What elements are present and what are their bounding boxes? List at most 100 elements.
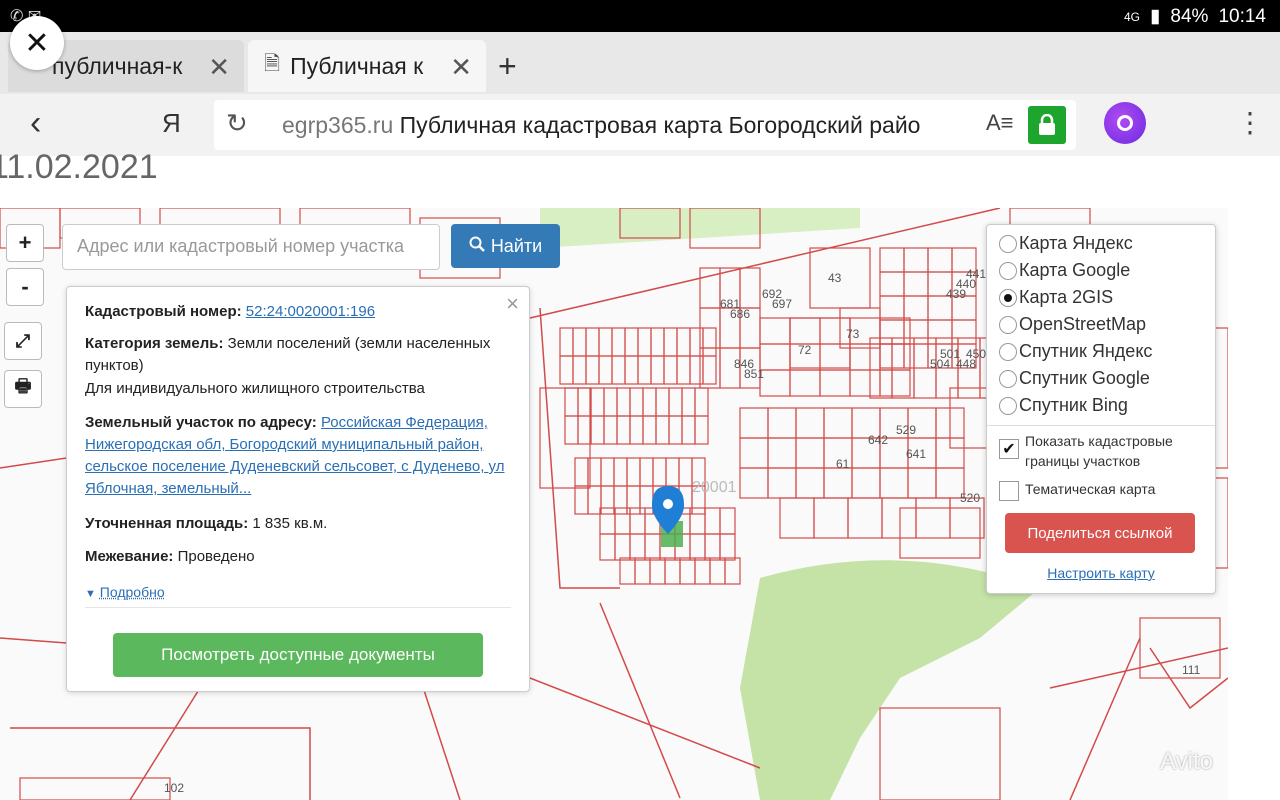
url-text[interactable]: egrp365.ru Публичная кадастровая карта Б… (282, 112, 972, 139)
parcel (879, 369, 911, 397)
radio-button[interactable] (999, 261, 1017, 280)
parcel (879, 317, 911, 345)
tab-close-icon[interactable]: ✕ (450, 52, 472, 83)
layer-option-bing-satellite[interactable]: Спутник Bing (999, 395, 1128, 416)
parcel (879, 707, 1001, 800)
radio-button[interactable] (999, 396, 1017, 415)
search-box (62, 224, 440, 270)
parcel (847, 497, 883, 539)
parcel (903, 319, 929, 345)
parcel (600, 457, 615, 487)
parcel (577, 415, 592, 445)
url-page-title: Публичная кадастровая карта Богородский … (399, 112, 921, 138)
configure-map-link[interactable]: Настроить карту (987, 565, 1215, 581)
view-documents-button[interactable]: Посмотреть доступные документы (113, 633, 483, 677)
layer-option-google-map[interactable]: Карта Google (999, 260, 1130, 281)
parcel (709, 557, 726, 585)
parcel (739, 267, 761, 309)
reload-icon[interactable]: ↻ (226, 108, 248, 139)
parcel (719, 507, 736, 535)
boundaries-checkbox[interactable]: ✔ (999, 439, 1019, 459)
parcel-number-label: 642 (868, 433, 888, 447)
cadastral-number-link[interactable]: 52:24:0020001:196 (246, 303, 375, 320)
parcel (915, 497, 951, 539)
parcel (668, 387, 683, 417)
search-button[interactable]: Найти (451, 224, 560, 268)
parcel (598, 355, 613, 385)
layer-option-yandex-map[interactable]: Карта Яндекс (999, 233, 1133, 254)
parcel (19, 777, 171, 800)
layer-option-2gis-map[interactable]: Карта 2GIS (999, 287, 1113, 308)
parcel (681, 415, 696, 445)
document-icon: 🗎 (264, 53, 281, 75)
parcel-number-label: 73 (846, 327, 860, 341)
parcel (813, 497, 849, 539)
parcel (903, 343, 929, 369)
print-icon[interactable]: 🖶 (4, 370, 42, 408)
radio-button[interactable] (999, 234, 1017, 253)
thematic-checkbox[interactable] (999, 481, 1019, 501)
parcel (626, 457, 641, 487)
zoom-out-button[interactable]: - (6, 268, 44, 306)
parcel (587, 485, 602, 515)
parcel (702, 327, 717, 357)
parcel (599, 507, 616, 535)
parcel (879, 467, 909, 499)
browser-menu-icon[interactable]: ⋮ (1236, 106, 1264, 139)
layer-label: Карта 2GIS (1019, 287, 1114, 307)
parcel-number-label: 441 (966, 267, 986, 281)
tab-title: публичная-к (52, 52, 183, 79)
parcel (655, 415, 670, 445)
parcel (663, 327, 678, 357)
network-indicator: 4G (1123, 9, 1140, 24)
battery-level: 84% (1170, 5, 1209, 27)
address-bar[interactable]: ↻ egrp365.ru Публичная кадастровая карта… (214, 100, 1076, 150)
parcel-number-label: 641 (906, 447, 926, 461)
parcel (613, 457, 628, 487)
details-link[interactable]: Подробно (100, 584, 165, 600)
zoom-in-button[interactable]: + (6, 224, 44, 262)
address-toolbar: ‹ Я ↻ egrp365.ru Публичная кадастровая к… (0, 94, 1280, 156)
search-input[interactable] (75, 225, 439, 267)
parcel (614, 507, 631, 535)
lock-icon[interactable] (1028, 106, 1066, 144)
parcel (907, 467, 937, 499)
layer-option-osm[interactable]: OpenStreetMap (999, 314, 1146, 335)
address-label: Земельный участок по адресу: (85, 414, 317, 431)
parcel (679, 557, 696, 585)
reader-mode-icon[interactable]: A≡ (986, 110, 1014, 136)
layer-label: OpenStreetMap (1019, 314, 1147, 334)
radio-button[interactable] (999, 369, 1017, 388)
parcel-number-label: 520 (960, 491, 980, 505)
parcel (574, 457, 589, 487)
close-overlay-button[interactable]: ✕ (10, 16, 64, 70)
parcel (927, 319, 953, 345)
parcel (599, 533, 616, 561)
parcel (590, 387, 605, 417)
new-tab-button[interactable]: + (498, 48, 517, 85)
parcel-number-label: 529 (896, 423, 916, 437)
parcel (767, 467, 797, 499)
radio-button[interactable] (999, 342, 1017, 361)
tab-active[interactable]: 🗎 Публичная к ✕ (248, 40, 486, 92)
parcel (590, 415, 605, 445)
parcel (739, 407, 769, 439)
back-button[interactable]: ‹ (30, 104, 41, 143)
yandex-home-button[interactable]: Я (162, 108, 181, 139)
share-link-button[interactable]: Поделиться ссылкой (1005, 513, 1195, 553)
survey-label: Межевание: (85, 548, 174, 565)
layer-option-google-satellite[interactable]: Спутник Google (999, 368, 1150, 389)
parcel (795, 437, 825, 469)
radio-button-selected[interactable] (999, 288, 1017, 307)
divider (85, 607, 511, 608)
alice-assistant-icon[interactable] (1104, 102, 1146, 144)
parcel (652, 457, 667, 487)
parcel-info-popup: × Кадастровый номер: 52:24:0020001:196 К… (66, 286, 530, 692)
layer-label: Карта Яндекс (1019, 233, 1133, 253)
layer-option-yandex-satellite[interactable]: Спутник Яндекс (999, 341, 1152, 362)
radio-button[interactable] (999, 315, 1017, 334)
fullscreen-icon[interactable]: ⤢ (4, 322, 42, 360)
tab-close-icon[interactable]: ✕ (208, 52, 230, 83)
parcel (704, 533, 721, 561)
category-label: Категория земель: (85, 335, 224, 352)
